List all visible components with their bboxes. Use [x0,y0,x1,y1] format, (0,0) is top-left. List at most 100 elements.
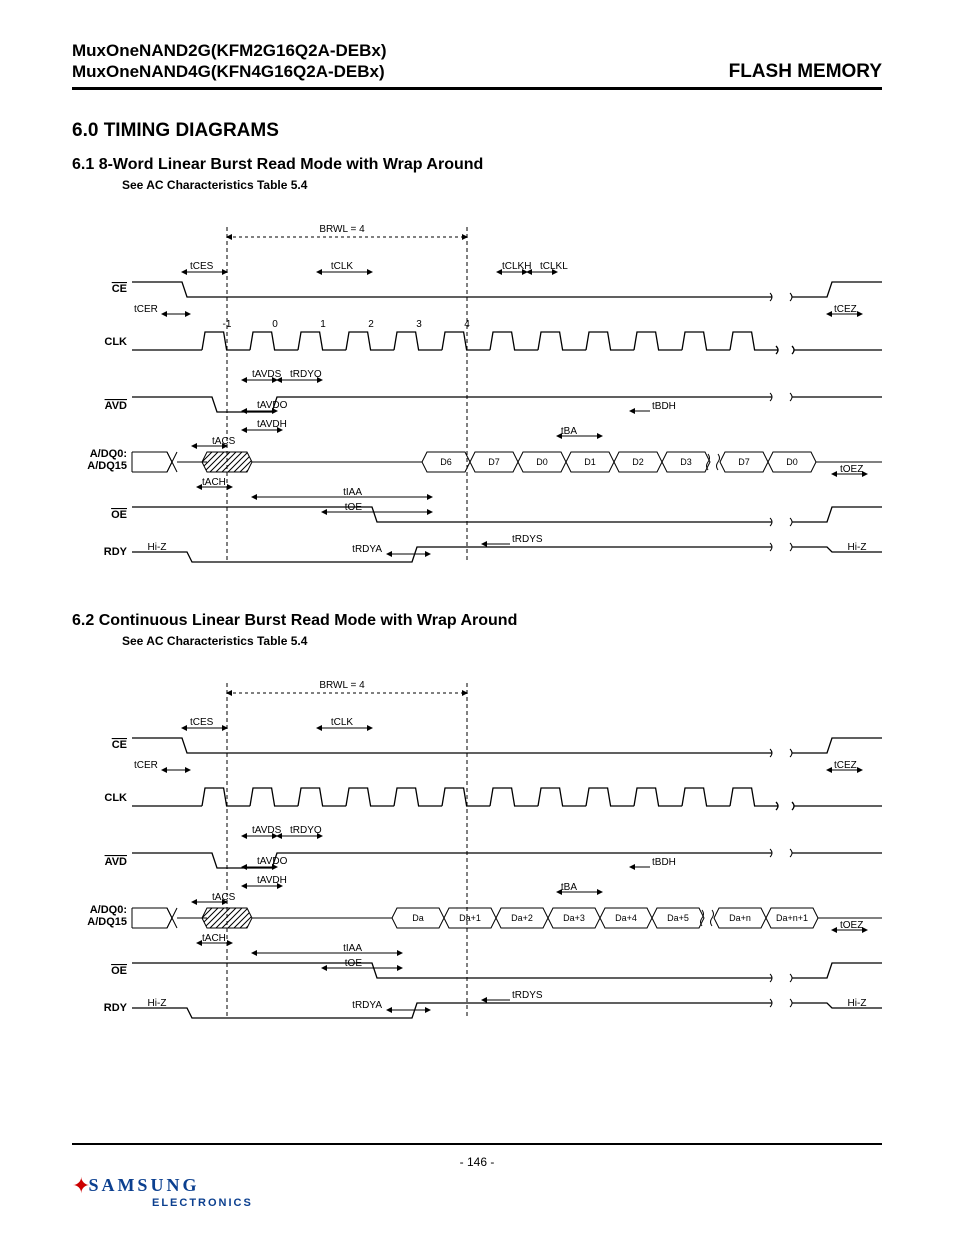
subsection-6-2-title: 6.2 Continuous Linear Burst Read Mode wi… [72,612,882,630]
header-left: MuxOneNAND2G(KFM2G16Q2A-DEBx) MuxOneNAND… [72,40,387,83]
data-cell: D7 [738,457,750,467]
t-rdys-2: tRDYS [512,990,543,1001]
t-oe-2: tOE [345,958,363,969]
t-avdh: tAVDH [257,419,287,430]
t-clkl: tCLKL [540,261,568,272]
page: MuxOneNAND2G(KFM2G16Q2A-DEBx) MuxOneNAND… [0,0,954,1235]
ce-label: CE [112,283,127,295]
t-cez-2: tCEZ [834,760,857,771]
adq-label: A/DQ0: [90,448,127,460]
t-ces: tCES [190,261,214,272]
data-cell: Da+2 [511,913,533,923]
data-cell: D1 [584,457,596,467]
t-cez: tCEZ [834,304,857,315]
data-cell: D3 [680,457,692,467]
samsung-logo: ✦SAMSUNG ELECTRONICS [72,1173,882,1209]
logo-main: SAMSUNG [88,1175,199,1195]
t-ba: tBA [561,426,577,437]
section-title: 6.0 TIMING DIAGRAMS [72,120,882,142]
timing-diagram-1-svg: BRWL = 4 tCES tCLK tCLKH tCLKL CE tCER t… [72,202,882,572]
timing-diagram-2: BRWL = 4 tCES tCLK CE tCER tCEZ CLK AVD … [72,658,882,1028]
t-rdyo-2: tRDYO [290,825,322,836]
data-cell: Da+3 [563,913,585,923]
data-cell: Da+n [729,913,751,923]
timing-diagram-2-svg: BRWL = 4 tCES tCLK CE tCER tCEZ CLK AVD … [72,658,882,1028]
clk-num--1: -1 [223,319,232,330]
t-cer: tCER [134,304,158,315]
t-avdo-2: tAVDO [257,856,288,867]
clk-num-2: 2 [368,319,374,330]
t-rdyo: tRDYO [290,369,322,380]
data-cell: Da+1 [459,913,481,923]
adq-label-2a: A/DQ0: [90,904,127,916]
t-ach: tACH [202,477,226,488]
t-oe: tOE [345,502,363,513]
header-line1: MuxOneNAND2G(KFM2G16Q2A-DEBx) [72,40,387,61]
t-oez: tOEZ [840,464,863,475]
clk-num-4: 4 [464,319,470,330]
t-avdo: tAVDO [257,400,288,411]
data-cell: D7 [488,457,500,467]
brwl-label: BRWL = 4 [319,224,365,235]
header-block: MuxOneNAND2G(KFM2G16Q2A-DEBx) MuxOneNAND… [72,40,882,90]
rdy-label-2: RDY [104,1002,128,1014]
t-iaa-2: tIAA [343,943,362,954]
oe-label-2: OE [111,965,127,977]
timing-diagram-1: BRWL = 4 tCES tCLK tCLKH tCLKL CE tCER t… [72,202,882,572]
avd-label-2: AVD [105,856,127,868]
logo-sub: ELECTRONICS [152,1197,882,1209]
header-line2: MuxOneNAND4G(KFN4G16Q2A-DEBx) [72,61,387,82]
hiz-right: Hi-Z [848,542,867,553]
adq-label-2b: A/DQ15 [87,916,127,928]
ac-note-1: See AC Characteristics Table 5.4 [122,178,882,192]
t-ach-2: tACH [202,933,226,944]
t-bdh-2: tBDH [652,857,676,868]
header-right: FLASH MEMORY [729,61,882,83]
page-number: - 146 - [72,1155,882,1169]
brwl-label-2: BRWL = 4 [319,680,365,691]
data-cell: D0 [786,457,798,467]
hiz-left-2: Hi-Z [148,998,167,1009]
t-ces-2: tCES [190,717,214,728]
t-avds: tAVDS [252,369,282,380]
t-clkh: tCLKH [502,261,531,272]
t-iaa: tIAA [343,487,362,498]
t-clk-2: tCLK [331,717,354,728]
t-acs: tACS [212,436,236,447]
footer: - 146 - ✦SAMSUNG ELECTRONICS [72,1143,882,1209]
t-rdys: tRDYS [512,534,543,545]
data-cell: D6 [440,457,452,467]
t-ba-2: tBA [561,882,577,893]
clk-label-2: CLK [104,792,127,804]
clk-num-1: 1 [320,319,326,330]
t-acs-2: tACS [212,892,236,903]
adq-label2: A/DQ15 [87,460,127,472]
data-cell: D2 [632,457,644,467]
data-cell: Da [412,913,424,923]
oe-label: OE [111,509,127,521]
clk-wave-2 [132,788,882,810]
t-avdh-2: tAVDH [257,875,287,886]
subsection-6-1-title: 6.1 8-Word Linear Burst Read Mode with W… [72,156,882,174]
data-cell: Da+n+1 [776,913,808,923]
t-clk: tCLK [331,261,354,272]
clk-label: CLK [104,336,127,348]
t-rdya-2: tRDYA [352,1000,382,1011]
t-avds-2: tAVDS [252,825,282,836]
t-oez-2: tOEZ [840,920,863,931]
t-cer-2: tCER [134,760,158,771]
avd-label: AVD [105,400,127,412]
hiz-left: Hi-Z [148,542,167,553]
hiz-right-2: Hi-Z [848,998,867,1009]
data-cell: Da+4 [615,913,637,923]
clk-wave [132,332,882,354]
clk-num-3: 3 [416,319,422,330]
clk-num-0: 0 [272,319,278,330]
data-cell: Da+5 [667,913,689,923]
ac-note-2: See AC Characteristics Table 5.4 [122,634,882,648]
data-cell: D0 [536,457,548,467]
t-rdya: tRDYA [352,544,382,555]
rdy-label: RDY [104,546,128,558]
t-bdh: tBDH [652,401,676,412]
ce-label-2: CE [112,739,127,751]
